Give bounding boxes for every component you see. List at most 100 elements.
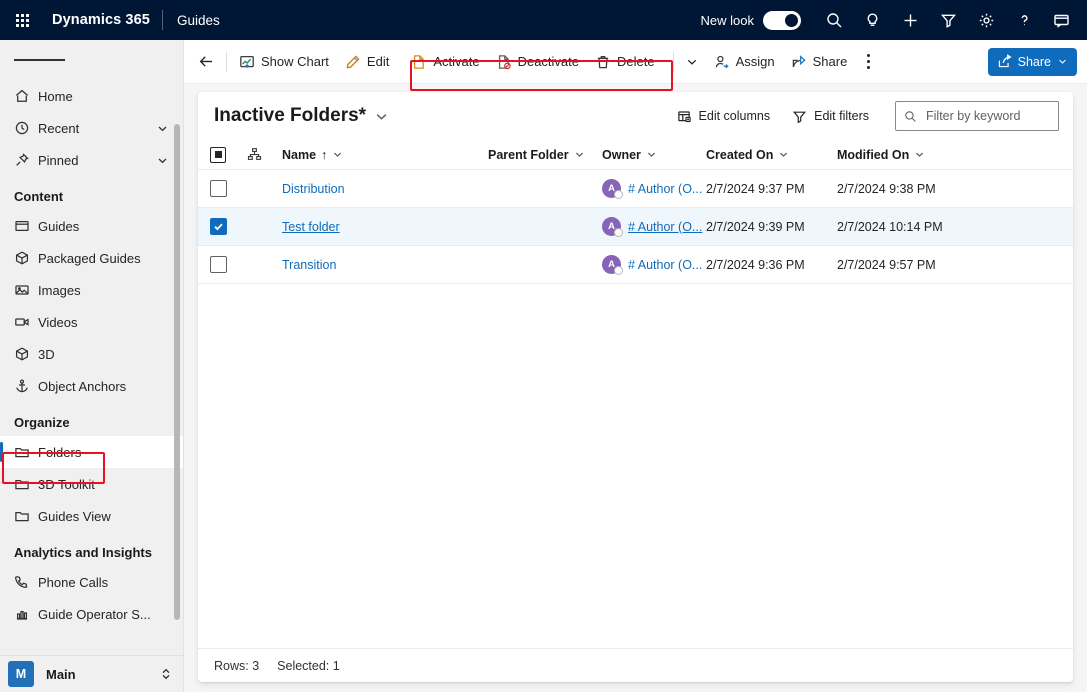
avatar: A xyxy=(602,255,621,274)
column-header-name[interactable]: Name ↑ xyxy=(270,148,488,162)
select-all-cell[interactable] xyxy=(198,147,238,163)
app-name-label[interactable]: Guides xyxy=(163,13,220,28)
delete-button[interactable]: Delete xyxy=(587,46,663,78)
grid-card: Inactive Folders* Edit columns xyxy=(198,92,1073,682)
sidebar-group-title: Organize xyxy=(0,402,183,436)
sidebar-item-object-anchors[interactable]: Object Anchors xyxy=(0,370,183,402)
cell-name[interactable]: Test folder xyxy=(270,220,488,234)
column-label: Modified On xyxy=(837,148,909,162)
help-icon[interactable] xyxy=(1005,0,1043,40)
command-label: Edit xyxy=(367,54,389,69)
search-input[interactable] xyxy=(926,109,1050,123)
sidebar-item-phone-calls[interactable]: Phone Calls xyxy=(0,566,183,598)
sidebar-item-label: 3D Toolkit xyxy=(38,477,101,492)
filter-by-keyword-box[interactable] xyxy=(895,101,1059,131)
view-toolbar: Inactive Folders* Edit columns xyxy=(198,92,1073,140)
sidebar-group-title: Content xyxy=(0,176,183,210)
chevron-down-icon[interactable] xyxy=(332,149,343,160)
edit-columns-button[interactable]: Edit columns xyxy=(668,101,780,131)
row-owner-link[interactable]: # Author (O... xyxy=(628,220,702,234)
grid-status-bar: Rows: 3 Selected: 1 xyxy=(198,648,1073,682)
chevron-down-icon[interactable] xyxy=(574,149,585,160)
new-look-toggle[interactable] xyxy=(763,11,801,30)
view-selector-chevron-icon[interactable] xyxy=(374,109,389,124)
sidebar-item-folders[interactable]: Folders xyxy=(0,436,183,468)
sidebar-scrollbar[interactable] xyxy=(174,124,180,620)
sidebar-item-guide-operator-summary[interactable]: Guide Operator S... xyxy=(0,598,183,630)
clock-icon xyxy=(14,120,38,136)
row-owner-link[interactable]: # Author (O... xyxy=(628,258,702,272)
edit-filters-button[interactable]: Edit filters xyxy=(783,101,878,131)
chevron-down-icon[interactable] xyxy=(914,149,925,160)
row-select-cell[interactable] xyxy=(198,256,238,273)
row-select-cell[interactable] xyxy=(198,218,238,235)
data-grid: Name ↑ Parent Folder Owner xyxy=(198,140,1073,682)
row-name-link[interactable]: Transition xyxy=(282,258,336,272)
table-row[interactable]: Distribution A # Author (O... 2/7/2024 9… xyxy=(198,170,1073,208)
column-header-created-on[interactable]: Created On xyxy=(706,148,837,162)
lightbulb-icon[interactable] xyxy=(853,0,891,40)
sidebar-item-videos[interactable]: Videos xyxy=(0,306,183,338)
area-switcher[interactable]: M Main xyxy=(0,655,183,692)
sidebar-item-recent[interactable]: Recent xyxy=(0,112,183,144)
app-launcher-icon[interactable] xyxy=(0,0,44,40)
table-row[interactable]: Transition A # Author (O... 2/7/2024 9:3… xyxy=(198,246,1073,284)
chevron-updown-icon[interactable] xyxy=(159,667,173,681)
plus-icon[interactable] xyxy=(891,0,929,40)
cell-modified-on: 2/7/2024 9:38 PM xyxy=(837,182,1073,196)
activate-button[interactable]: Activate xyxy=(403,46,487,78)
cell-name[interactable]: Distribution xyxy=(270,182,488,196)
cell-owner[interactable]: A # Author (O... xyxy=(602,179,706,198)
chevron-down-icon[interactable] xyxy=(156,154,169,167)
row-checkbox[interactable] xyxy=(210,218,227,235)
chevron-down-icon[interactable] xyxy=(156,122,169,135)
chevron-down-icon[interactable] xyxy=(646,149,657,160)
table-row[interactable]: Test folder A # Author (O... 2/7/2024 9:… xyxy=(198,208,1073,246)
row-owner-link[interactable]: # Author (O... xyxy=(628,182,702,196)
gear-icon[interactable] xyxy=(967,0,1005,40)
sidebar-item-3d-toolkit[interactable]: 3D Toolkit xyxy=(0,468,183,500)
sidebar-item-home[interactable]: Home xyxy=(0,80,183,112)
activate-doc-icon xyxy=(411,54,427,70)
sidebar-item-packaged-guides[interactable]: Packaged Guides xyxy=(0,242,183,274)
share-primary-button[interactable]: Share xyxy=(988,48,1077,76)
assign-button[interactable]: Assign xyxy=(706,46,783,78)
cell-owner[interactable]: A # Author (O... xyxy=(602,255,706,274)
back-arrow-icon[interactable] xyxy=(190,46,222,78)
sidebar-item-images[interactable]: Images xyxy=(0,274,183,306)
sidebar-item-guides[interactable]: Guides xyxy=(0,210,183,242)
column-header-owner[interactable]: Owner xyxy=(602,148,706,162)
edit-button[interactable]: Edit xyxy=(337,46,397,78)
brand-title[interactable]: Dynamics 365 xyxy=(44,12,162,28)
deactivate-doc-icon xyxy=(496,54,512,70)
row-name-link[interactable]: Test folder xyxy=(282,220,340,234)
row-checkbox[interactable] xyxy=(210,256,227,273)
sidebar-item-label: Object Anchors xyxy=(38,379,132,394)
video-icon xyxy=(14,314,38,330)
row-name-link[interactable]: Distribution xyxy=(282,182,345,196)
deactivate-button[interactable]: Deactivate xyxy=(488,46,587,78)
more-vertical-icon[interactable] xyxy=(855,46,881,78)
hierarchy-column-header[interactable] xyxy=(238,147,270,162)
select-all-checkbox[interactable] xyxy=(210,147,226,163)
sidebar-item-guides-view[interactable]: Guides View xyxy=(0,500,183,532)
row-select-cell[interactable] xyxy=(198,180,238,197)
filter-icon[interactable] xyxy=(929,0,967,40)
command-label: Show Chart xyxy=(261,54,329,69)
hamburger-icon[interactable] xyxy=(0,40,183,80)
column-header-parent-folder[interactable]: Parent Folder xyxy=(488,148,602,162)
search-icon[interactable] xyxy=(815,0,853,40)
sidebar-item-label: Recent xyxy=(38,121,85,136)
row-checkbox[interactable] xyxy=(210,180,227,197)
share-command-button[interactable]: Share xyxy=(783,46,856,78)
feedback-icon[interactable] xyxy=(1043,0,1081,40)
column-header-modified-on[interactable]: Modified On xyxy=(837,148,1073,162)
sidebar-item-pinned[interactable]: Pinned xyxy=(0,144,183,176)
sidebar-item-3d[interactable]: 3D xyxy=(0,338,183,370)
cell-owner[interactable]: A # Author (O... xyxy=(602,217,706,236)
command-overflow-chevron-icon[interactable] xyxy=(678,46,706,78)
cell-name[interactable]: Transition xyxy=(270,258,488,272)
show-chart-button[interactable]: Show Chart xyxy=(231,46,337,78)
chevron-down-icon[interactable] xyxy=(778,149,789,160)
pencil-icon xyxy=(345,54,361,70)
